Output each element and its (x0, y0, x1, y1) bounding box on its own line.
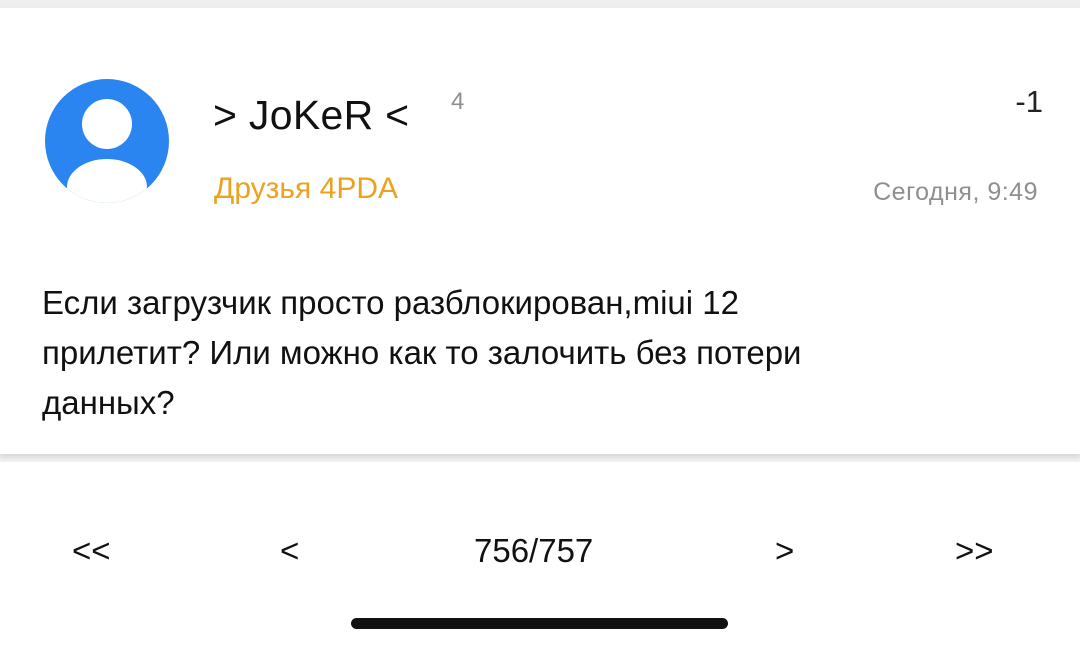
top-divider (0, 0, 1080, 8)
next-page-button[interactable]: > (775, 532, 794, 570)
prev-page-button[interactable]: < (280, 532, 299, 570)
author-badge: 4 (451, 88, 465, 115)
avatar-silhouette-icon (67, 99, 147, 203)
home-indicator[interactable] (351, 618, 728, 629)
post-author-name[interactable]: > JoKeR < (213, 92, 409, 139)
post-rating[interactable]: -1 (1015, 84, 1043, 120)
user-avatar-icon[interactable] (45, 79, 169, 203)
post-timestamp: Сегодня, 9:49 (873, 178, 1038, 206)
post-body-text: Если загрузчик просто разблокирован,miui… (42, 284, 802, 421)
last-page-button[interactable]: >> (955, 532, 994, 570)
page-indicator[interactable]: 756/757 (474, 532, 593, 570)
author-group: Друзья 4PDA (214, 172, 398, 205)
first-page-button[interactable]: << (72, 532, 111, 570)
